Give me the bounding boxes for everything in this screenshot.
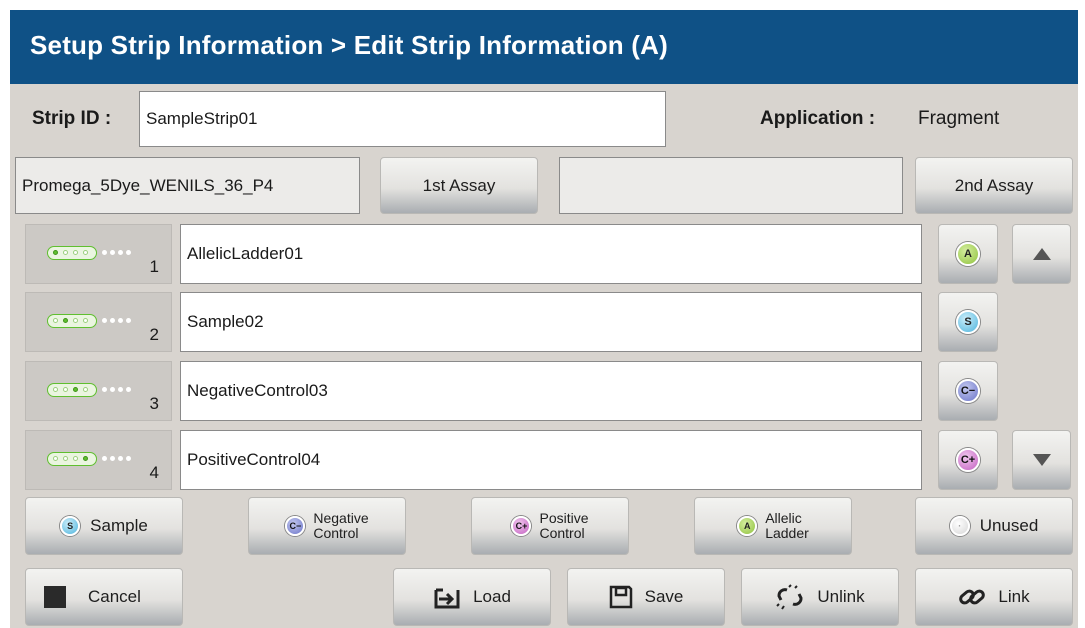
well-position-indicator: 4 xyxy=(25,430,172,490)
unused-icon: · xyxy=(949,516,970,536)
load-button[interactable]: Load xyxy=(393,568,551,626)
sample-name-input[interactable]: NegativeControl03 xyxy=(180,361,922,421)
sample-name-value: AllelicLadder01 xyxy=(187,244,304,263)
sample-name-value: PositiveControl04 xyxy=(187,450,321,469)
first-assay-button[interactable]: 1st Assay xyxy=(380,157,538,214)
well-type-button[interactable]: A xyxy=(938,224,998,284)
unlink-button[interactable]: Unlink xyxy=(741,568,899,626)
arrow-down-icon xyxy=(1032,454,1051,466)
well-strip-icon xyxy=(47,383,97,397)
well-number: 1 xyxy=(149,257,159,276)
first-assay-field[interactable]: Promega_5Dye_WENILS_36_P4 xyxy=(15,157,360,214)
negative-control-icon: C− xyxy=(285,516,306,536)
stop-icon xyxy=(44,586,66,608)
well-position-indicator: 3 xyxy=(25,361,172,421)
well-number: 4 xyxy=(149,463,159,482)
application-label: Application : xyxy=(760,108,876,129)
unused-type-button[interactable]: · Unused xyxy=(915,497,1073,555)
title-bar: Setup Strip Information > Edit Strip Inf… xyxy=(10,10,1078,84)
floppy-disk-icon xyxy=(609,585,633,609)
sample-type-label: Sample xyxy=(90,516,148,535)
well-position-indicator: 2 xyxy=(25,292,172,352)
well-strip-icon xyxy=(47,452,97,466)
link-label: Link xyxy=(998,587,1030,606)
unlink-icon xyxy=(775,584,805,610)
application-value: Fragment xyxy=(918,108,1000,129)
allelic-ladder-icon: A xyxy=(737,516,758,536)
positive-control-icon: C+ xyxy=(511,516,532,536)
sample-type-button[interactable]: S Sample xyxy=(25,497,183,555)
cancel-label: Cancel xyxy=(88,587,141,606)
sample-type-icon: C+ xyxy=(956,448,980,472)
page-title: Setup Strip Information > Edit Strip Inf… xyxy=(30,30,668,60)
well-position-indicator: 1 xyxy=(25,224,172,284)
second-assay-button-label: 2nd Assay xyxy=(954,175,1034,195)
edit-strip-panel: Strip ID : SampleStrip01 Application : F… xyxy=(10,84,1078,628)
well-type-button[interactable]: C− xyxy=(938,361,998,421)
positive-control-label: Positive Control xyxy=(539,510,589,541)
strip-id-label: Strip ID : xyxy=(32,108,112,129)
sample-name-input[interactable]: AllelicLadder01 xyxy=(180,224,922,284)
save-button[interactable]: Save xyxy=(567,568,725,626)
link-icon xyxy=(958,584,986,610)
first-assay-value: Promega_5Dye_WENILS_36_P4 xyxy=(22,175,274,195)
negative-control-label: Negative Control xyxy=(313,510,369,541)
arrow-up-icon xyxy=(1032,248,1051,260)
load-label: Load xyxy=(473,587,511,606)
cancel-button[interactable]: Cancel xyxy=(25,568,183,626)
sample-name-value: Sample02 xyxy=(187,312,264,331)
sample-name-input[interactable]: PositiveControl04 xyxy=(180,430,922,490)
well-number: 3 xyxy=(149,394,159,413)
first-assay-button-label: 1st Assay xyxy=(422,175,496,195)
sample-name-input[interactable]: Sample02 xyxy=(180,292,922,352)
negative-control-type-button[interactable]: C− Negative Control xyxy=(248,497,406,555)
strip-id-value: SampleStrip01 xyxy=(146,109,258,128)
unlink-label: Unlink xyxy=(817,587,865,606)
scroll-down-button[interactable] xyxy=(1012,430,1071,490)
scroll-up-button[interactable] xyxy=(1012,224,1071,284)
sample-name-value: NegativeControl03 xyxy=(187,381,328,400)
second-assay-field[interactable] xyxy=(559,157,903,214)
allelic-ladder-type-button[interactable]: A Allelic Ladder xyxy=(694,497,852,555)
sample-icon: S xyxy=(60,516,81,536)
strip-id-input[interactable]: SampleStrip01 xyxy=(139,91,666,147)
well-type-button[interactable]: C+ xyxy=(938,430,998,490)
well-type-button[interactable]: S xyxy=(938,292,998,352)
save-label: Save xyxy=(644,587,684,606)
allelic-ladder-label: Allelic Ladder xyxy=(765,510,809,541)
well-strip-icon xyxy=(47,314,97,328)
second-assay-button[interactable]: 2nd Assay xyxy=(915,157,1073,214)
link-button[interactable]: Link xyxy=(915,568,1073,626)
load-icon xyxy=(433,584,461,610)
well-number: 2 xyxy=(149,325,159,344)
sample-type-icon: A xyxy=(956,242,980,266)
sample-type-icon: C− xyxy=(956,379,980,403)
well-strip-icon xyxy=(47,246,97,260)
positive-control-type-button[interactable]: C+ Positive Control xyxy=(471,497,629,555)
unused-type-label: Unused xyxy=(979,516,1039,535)
sample-type-icon: S xyxy=(956,310,980,334)
